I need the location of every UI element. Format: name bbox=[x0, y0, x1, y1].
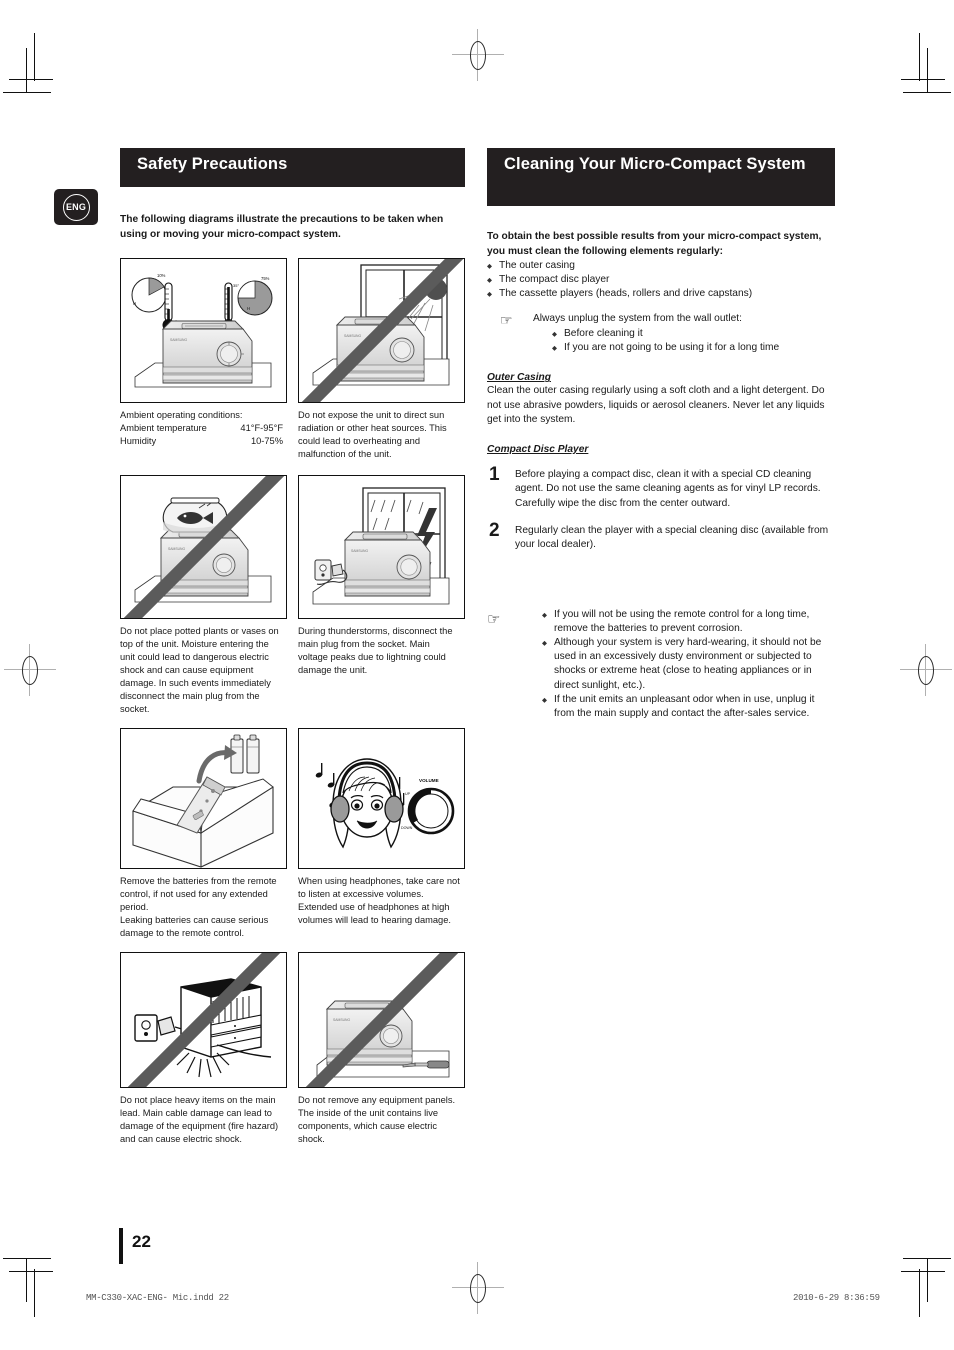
list-item: The cassette players (heads, rollers and… bbox=[487, 287, 835, 302]
caption-do-not-remove-panels: Do not remove any equipment panels. The … bbox=[298, 1095, 456, 1144]
svg-text:UP: UP bbox=[405, 792, 411, 796]
unplug-note-lead: Always unplug the system from the wall o… bbox=[533, 312, 742, 324]
figure-thunderstorm-unplug: SAMSUNG During thunderstorms, disconnect… bbox=[298, 475, 465, 716]
illustration-stereo-near-sunlit-window: SAMSUNG bbox=[298, 258, 465, 403]
svg-text:SAMSUNG: SAMSUNG bbox=[168, 547, 186, 551]
pointing-hand-icon: ☞ bbox=[500, 311, 513, 328]
svg-text:75%: 75% bbox=[261, 276, 270, 281]
page-number: 22 bbox=[132, 1232, 151, 1251]
illustration-girl-wearing-headphones-with-volume-knob: VOLUME UP DOWN bbox=[298, 728, 465, 869]
svg-text:SAMSUNG: SAMSUNG bbox=[170, 338, 188, 342]
svg-text:DOWN: DOWN bbox=[401, 826, 413, 830]
caption-no-heavy-items-on-lead: Do not place heavy items on the main lea… bbox=[120, 1095, 279, 1144]
eng-circle-badge: ENG bbox=[62, 193, 90, 221]
figure-do-not-remove-panels: SAMSUNG Do not remove any equipment pane… bbox=[298, 952, 465, 1146]
right-column: Cleaning Your Micro-Compact System To ob… bbox=[487, 148, 835, 721]
illustration-stereo-with-thermometers-and-humidity-pies: 10% H 5° bbox=[120, 258, 287, 403]
cd-step-2: 2 Regularly clean the player with a spec… bbox=[487, 520, 835, 553]
list-item: Although your system is very hard-wearin… bbox=[542, 636, 835, 693]
section-heading-cleaning: Cleaning Your Micro-Compact System bbox=[487, 148, 835, 206]
svg-text:SAMSUNG: SAMSUNG bbox=[344, 334, 362, 338]
svg-text:10%: 10% bbox=[157, 273, 166, 278]
list-item: If the unit emits an unpleasant odor whe… bbox=[542, 693, 835, 721]
caption-ambient-conditions: Ambient operating conditions: Ambient te… bbox=[120, 409, 283, 448]
cd-step-1: 1 Before playing a compact disc, clean i… bbox=[487, 464, 835, 511]
caption-thunderstorm-unplug: During thunderstorms, disconnect the mai… bbox=[298, 626, 453, 675]
footer-timestamp: 2010-6-29 8:36:59 bbox=[793, 1293, 880, 1303]
caption-no-vases-on-unit: Do not place potted plants or vases on t… bbox=[120, 626, 279, 714]
svg-text:SAMSUNG: SAMSUNG bbox=[333, 1018, 351, 1022]
caption-title: Ambient operating conditions: bbox=[120, 410, 243, 420]
subheading-compact-disc-player: Compact Disc Player bbox=[487, 444, 589, 456]
list-item: The compact disc player bbox=[487, 273, 835, 288]
illustration-fishbowl-on-stereo: SAMSUNG bbox=[120, 475, 287, 619]
list-item: If you will not be using the remote cont… bbox=[542, 608, 835, 636]
step-text: Regularly clean the player with a specia… bbox=[515, 525, 829, 551]
left-column: Safety Precautions The following diagram… bbox=[120, 148, 465, 1146]
cleanable-elements-list: The outer casing The compact disc player… bbox=[487, 259, 835, 303]
outer-casing-body: Clean the outer casing regularly using a… bbox=[487, 385, 825, 425]
list-item: If you are not going to be using it for … bbox=[552, 341, 835, 356]
illustration-stereo-unplugged-during-lightning-storm: SAMSUNG bbox=[298, 475, 465, 619]
figure-no-heavy-items-on-lead: Do not place heavy items on the main lea… bbox=[120, 952, 287, 1146]
illustration-stereo-with-screwdriver: SAMSUNG bbox=[298, 952, 465, 1088]
figure-remove-batteries: Remove the batteries from the remote con… bbox=[120, 728, 287, 940]
ambient-temp-label: Ambient temperature bbox=[120, 423, 207, 433]
final-note-block: ☞ If you will not be using the remote co… bbox=[487, 608, 835, 722]
svg-text:H: H bbox=[133, 301, 136, 306]
ambient-temp-value: 41°F-95°F bbox=[240, 423, 283, 433]
volume-knob-label: VOLUME bbox=[419, 778, 439, 783]
figure-no-direct-sun: SAMSUNG Do not expose the unit to direct… bbox=[298, 258, 465, 461]
caption-remove-batteries: Remove the batteries from the remote con… bbox=[120, 876, 277, 938]
step-text: Before playing a compact disc, clean it … bbox=[515, 469, 821, 509]
caption-headphone-volume: When using headphones, take care not to … bbox=[298, 876, 460, 925]
humidity-value: 10-75% bbox=[250, 436, 283, 446]
illustration-furniture-crushing-power-cable bbox=[120, 952, 287, 1088]
caption-no-direct-sun: Do not expose the unit to direct sun rad… bbox=[298, 410, 447, 459]
svg-text:35°: 35° bbox=[233, 283, 239, 288]
pointing-hand-icon: ☞ bbox=[487, 610, 501, 628]
subheading-outer-casing: Outer Casing bbox=[487, 372, 551, 384]
figure-no-vases-on-unit: SAMSUNG Do not place potted plants or va… bbox=[120, 475, 287, 716]
list-item: Before cleaning it bbox=[552, 327, 835, 342]
footer-file-info: MM-C330-XAC-ENG- Mic.indd 22 bbox=[86, 1293, 229, 1303]
unplug-note-list: Before cleaning it If you are not going … bbox=[552, 327, 835, 356]
safety-intro-text: The following diagrams illustrate the pr… bbox=[120, 214, 444, 240]
section-heading-safety-precautions: Safety Precautions bbox=[120, 148, 465, 187]
final-note-list: If you will not be using the remote cont… bbox=[542, 608, 835, 722]
language-badge: ENG bbox=[54, 189, 98, 225]
unplug-note: ☞ Always unplug the system from the wall… bbox=[500, 311, 835, 357]
step-number: 1 bbox=[489, 464, 500, 486]
cleaning-intro-text: To obtain the best possible results from… bbox=[487, 231, 822, 257]
step-number: 2 bbox=[489, 520, 500, 541]
svg-text:SAMSUNG: SAMSUNG bbox=[351, 549, 369, 553]
figure-headphone-volume: VOLUME UP DOWN When using headphones, ta… bbox=[298, 728, 465, 940]
page-number-bar bbox=[119, 1228, 123, 1264]
manual-page: ENG Safety Precautions The following dia… bbox=[0, 0, 954, 1350]
figure-ambient-conditions: 10% H 5° bbox=[120, 258, 287, 461]
svg-text:H: H bbox=[247, 306, 250, 311]
humidity-label: Humidity bbox=[120, 436, 157, 446]
list-item: The outer casing bbox=[487, 259, 835, 274]
illustration-remote-control-in-box-with-batteries-removed bbox=[120, 728, 287, 869]
